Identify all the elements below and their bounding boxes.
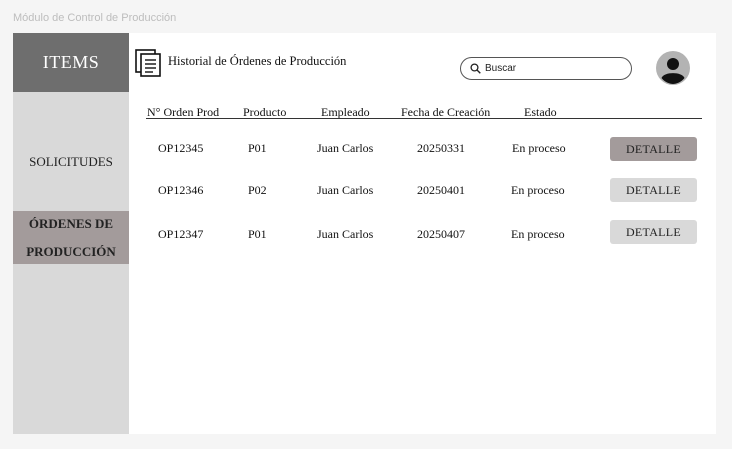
detalle-button[interactable]: DETALLE	[610, 178, 697, 202]
sidebar-item-label: ÓRDENES DE PRODUCCIÓN	[26, 215, 116, 259]
detalle-button[interactable]: DETALLE	[610, 137, 697, 161]
cell-empleado: Juan Carlos	[317, 227, 374, 241]
cell-estado: En proceso	[512, 141, 566, 155]
frame-title: Módulo de Control de Producción	[13, 12, 177, 24]
detalle-button[interactable]: DETALLE	[610, 220, 697, 244]
cell-orden: OP12347	[158, 227, 204, 241]
search-input[interactable]	[485, 61, 625, 76]
search-icon	[470, 63, 481, 74]
cell-producto: P01	[248, 141, 267, 155]
sidebar-header: ITEMS	[13, 33, 129, 92]
cell-producto: P01	[248, 227, 267, 241]
app-frame: ITEMS SOLICITUDES ÓRDENES DE PRODUCCIÓN …	[13, 33, 716, 434]
cell-fecha: 20250407	[417, 227, 465, 241]
sidebar-item-label: SOLICITUDES	[29, 154, 113, 169]
cell-orden: OP12346	[158, 183, 204, 197]
sidebar: ITEMS SOLICITUDES ÓRDENES DE PRODUCCIÓN	[13, 33, 129, 434]
cell-estado: En proceso	[511, 227, 565, 241]
cell-orden: OP12345	[158, 141, 204, 155]
document-list-icon	[135, 49, 161, 77]
user-avatar-icon[interactable]	[656, 51, 690, 85]
cell-estado: En proceso	[511, 183, 565, 197]
search-box[interactable]	[460, 57, 632, 80]
cell-fecha: 20250331	[417, 141, 465, 155]
cell-producto: P02	[248, 183, 267, 197]
sidebar-item-solicitudes[interactable]: SOLICITUDES	[13, 145, 129, 179]
header-divider	[146, 118, 702, 119]
cell-empleado: Juan Carlos	[317, 183, 374, 197]
cell-empleado: Juan Carlos	[317, 141, 374, 155]
sidebar-item-ordenes-produccion[interactable]: ÓRDENES DE PRODUCCIÓN	[13, 211, 129, 264]
cell-fecha: 20250401	[417, 183, 465, 197]
page-title: Historial de Órdenes de Producción	[168, 54, 347, 68]
